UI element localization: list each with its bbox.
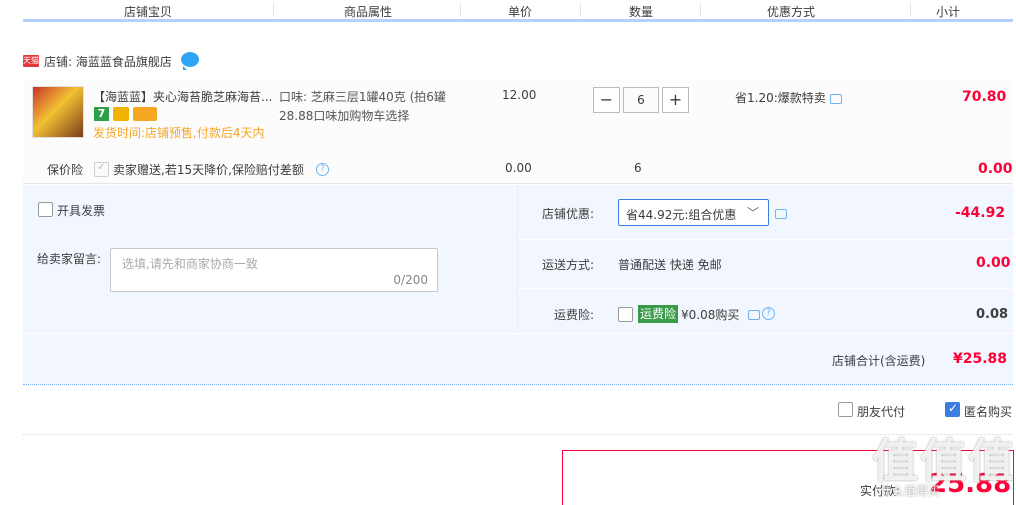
chat-icon[interactable] bbox=[181, 52, 199, 70]
anonymous-label[interactable]: 匿名购买 bbox=[964, 403, 1012, 420]
shipping-insurance-tag: 运费险 bbox=[638, 305, 679, 323]
product-thumbnail[interactable] bbox=[32, 86, 84, 138]
col-subtotal: 小计 bbox=[935, 5, 960, 19]
shop-discount-value: 省44.92元:组合优惠 bbox=[626, 208, 737, 222]
shop-total-amount: ¥25.88 bbox=[953, 351, 1008, 367]
col-discount: 优惠方式 bbox=[766, 5, 815, 19]
divider bbox=[23, 333, 1013, 334]
col-price: 单价 bbox=[507, 5, 532, 19]
invoice-checkbox[interactable] bbox=[38, 202, 53, 217]
col-qty: 数量 bbox=[628, 5, 653, 19]
price-protect-desc: 卖家赠送,若15天降价,保险赔付差额 bbox=[113, 163, 304, 177]
item-subtotal: 70.80 bbox=[962, 89, 1007, 105]
shop-discount-label: 店铺优惠: bbox=[542, 207, 595, 221]
shop-discount-select[interactable]: 省44.92元:组合优惠 ﹀ bbox=[618, 199, 769, 226]
credit-card-icon bbox=[133, 107, 157, 121]
qty-input[interactable]: 6 bbox=[623, 87, 659, 113]
anonymous-checkbox[interactable] bbox=[945, 401, 960, 417]
seven-day-return-icon: 7 bbox=[94, 107, 109, 121]
shipping-insurance-checkbox[interactable] bbox=[618, 307, 633, 322]
divider bbox=[517, 185, 518, 333]
divider bbox=[518, 239, 1013, 240]
item-discount: 省1.20:爆款特卖 bbox=[735, 89, 842, 106]
message-textarea[interactable]: 选填,请先和商家协商一致 0/200 bbox=[110, 248, 438, 292]
divider bbox=[460, 3, 461, 17]
shipping-insurance-amount: 0.08 bbox=[976, 307, 1009, 322]
divider bbox=[273, 3, 274, 17]
message-placeholder: 选填,请先和商家协商一致 bbox=[122, 257, 258, 271]
price-protect-qty: 6 bbox=[634, 161, 642, 175]
ship-time-value: 店铺预售,付款后4天内 bbox=[145, 126, 265, 140]
help-icon[interactable]: ? bbox=[762, 306, 775, 320]
help-icon[interactable]: ? bbox=[316, 162, 329, 176]
item-discount-text: 省1.20:爆款特卖 bbox=[735, 91, 826, 105]
shop-total-label: 店铺合计(含运费) bbox=[832, 354, 926, 368]
watermark-site: 什么值得买 bbox=[880, 484, 941, 498]
chevron-down-icon: ﹀ bbox=[747, 206, 760, 220]
shipping-insurance-label: 运费险: bbox=[554, 308, 595, 322]
divider bbox=[518, 288, 1013, 289]
divider bbox=[23, 434, 1013, 435]
divider bbox=[700, 3, 701, 17]
unit-price: 12.00 bbox=[502, 88, 537, 102]
shipping-label: 运送方式: bbox=[542, 258, 595, 272]
tmall-badge: 天猫 bbox=[23, 55, 39, 67]
shipping-value: 普通配送 快递 免邮 bbox=[618, 258, 722, 272]
price-protect-subtotal: 0.00 bbox=[978, 161, 1013, 177]
product-attr-line1: 口味: 芝麻三层1罐40克 (拍6罐 bbox=[279, 90, 446, 104]
message-label: 给卖家留言: bbox=[37, 252, 102, 266]
col-attr: 商品属性 bbox=[343, 5, 392, 19]
ship-time: 发货时间:店铺预售,付款后4天内 bbox=[93, 124, 265, 141]
message-counter: 0/200 bbox=[393, 273, 428, 287]
shipping-insurance-price: ¥0.08购买 bbox=[681, 308, 740, 322]
shipping-amount: 0.00 bbox=[976, 255, 1011, 271]
shop-discount-amount: -44.92 bbox=[955, 205, 1006, 221]
product-attr-line2: 28.88口味加购物车选择 bbox=[279, 109, 410, 123]
service-icon bbox=[113, 107, 129, 121]
comment-icon[interactable] bbox=[748, 307, 760, 321]
product-title[interactable]: 【海蓝蓝】夹心海苔脆芝麻海苔... bbox=[93, 88, 273, 105]
ship-time-label: 发货时间: bbox=[93, 126, 146, 140]
comment-icon[interactable] bbox=[829, 93, 842, 104]
shop-name[interactable]: 店铺: 海蓝蓝食品旗舰店 bbox=[44, 53, 172, 70]
cart-header: 店铺宝贝 商品属性 单价 数量 优惠方式 小计 bbox=[23, 0, 1013, 22]
col-item: 店铺宝贝 bbox=[123, 5, 172, 19]
price-protect-checkbox bbox=[94, 162, 109, 177]
friend-pay-checkbox[interactable] bbox=[838, 402, 853, 417]
qty-plus-button[interactable]: + bbox=[662, 87, 689, 113]
qty-minus-button[interactable]: − bbox=[593, 87, 620, 113]
price-protect-price: 0.00 bbox=[505, 161, 532, 175]
friend-pay-label[interactable]: 朋友代付 bbox=[857, 403, 905, 420]
divider bbox=[910, 3, 911, 17]
price-protect-label: 保价险 bbox=[47, 163, 84, 177]
comment-icon[interactable] bbox=[775, 206, 787, 220]
invoice-label[interactable]: 开具发票 bbox=[57, 202, 105, 219]
divider bbox=[580, 3, 581, 17]
quantity-stepper: − 6 + bbox=[593, 87, 689, 113]
